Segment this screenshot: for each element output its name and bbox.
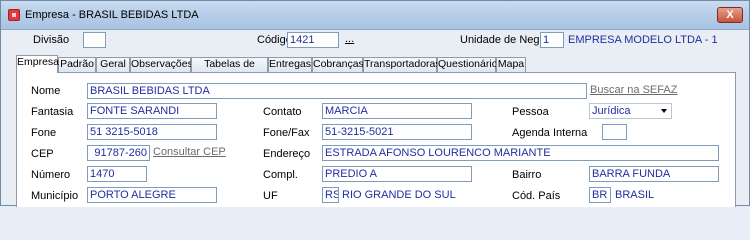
codpais-input[interactable]: BR — [589, 187, 611, 203]
endereco-label: Endereço — [263, 148, 311, 160]
numero-input[interactable]: 1470 — [87, 166, 147, 182]
tab-cobrancas[interactable]: Cobranças — [312, 57, 364, 72]
agenda-label: Agenda Interna — [512, 127, 588, 139]
codigo-input[interactable]: 1421 — [287, 32, 339, 48]
consultar-cep-link[interactable]: Consultar CEP — [153, 146, 226, 158]
divisao-input[interactable] — [83, 32, 106, 48]
agenda-input[interactable] — [602, 124, 627, 140]
pais-name: BRASIL — [615, 189, 655, 201]
tab-transportadoras[interactable]: Transportadoras — [363, 57, 441, 72]
compl-input[interactable]: PREDIO A — [322, 166, 472, 182]
tab-mapa[interactable]: Mapa — [496, 57, 526, 72]
unidade-input[interactable]: 1 — [540, 32, 564, 48]
pessoa-value: Jurídica — [592, 105, 631, 117]
bairro-label: Bairro — [512, 169, 542, 181]
buscar-sefaz-link[interactable]: Buscar na SEFAZ — [590, 84, 677, 96]
nome-label: Nome — [31, 85, 61, 97]
app-icon — [8, 9, 20, 21]
endereco-input[interactable]: ESTRADA AFONSO LOURENCO MARIANTE — [322, 145, 719, 161]
tab-questionario[interactable]: Questionário — [437, 57, 498, 72]
pessoa-select[interactable]: Jurídica — [589, 103, 672, 119]
municipio-label: Município — [31, 190, 79, 202]
fantasia-label: Fantasia — [31, 106, 74, 118]
unidade-name: EMPRESA MODELO LTDA - 1 — [568, 34, 718, 46]
close-button[interactable]: X — [717, 7, 743, 23]
municipio-input[interactable]: PORTO ALEGRE — [87, 187, 217, 203]
uf-input[interactable]: RS — [322, 187, 339, 203]
empresa-window: Empresa - BRASIL BEBIDAS LTDA X Divisão … — [0, 0, 750, 207]
tab-entregas[interactable]: Entregas — [268, 57, 312, 72]
contato-label: Contato — [263, 106, 302, 118]
empresa-panel: Nome BRASIL BEBIDAS LTDA Buscar na SEFAZ… — [16, 72, 736, 207]
numero-label: Número — [31, 169, 71, 181]
contato-input[interactable]: MARCIA — [322, 103, 472, 119]
tab-padrao[interactable]: Padrão — [58, 57, 96, 72]
pessoa-label: Pessoa — [512, 106, 549, 118]
tab-geral[interactable]: Geral — [96, 57, 130, 72]
bairro-input[interactable]: BARRA FUNDA — [589, 166, 719, 182]
tab-empresa[interactable]: Empresa — [16, 55, 59, 73]
tab-tabelas-de-preco[interactable]: Tabelas de Preço — [191, 57, 268, 83]
nome-input[interactable]: BRASIL BEBIDAS LTDA — [87, 83, 587, 99]
window-title: Empresa - BRASIL BEBIDAS LTDA — [25, 9, 199, 21]
uf-label: UF — [263, 190, 278, 202]
fone-input[interactable]: 51 3215-5018 — [87, 124, 217, 140]
cep-input[interactable]: 91787-260 — [87, 145, 150, 161]
tab-observacoes[interactable]: Observações — [130, 57, 193, 72]
fone-label: Fone — [31, 127, 57, 139]
chevron-down-icon — [661, 109, 667, 113]
title-bar[interactable]: Empresa - BRASIL BEBIDAS LTDA X — [1, 1, 749, 30]
divisao-label: Divisão — [33, 34, 70, 46]
fonefax-input[interactable]: 51-3215-5021 — [322, 124, 472, 140]
uf-name: RIO GRANDE DO SUL — [342, 189, 456, 201]
header-row: Divisão Código 1421 ... Unidade de Negóc… — [1, 30, 749, 53]
fantasia-input[interactable]: FONTE SARANDI — [87, 103, 217, 119]
cep-label: CEP — [31, 148, 54, 160]
codpais-label: Cód. País — [512, 190, 561, 202]
codigo-lookup-button[interactable]: ... — [345, 33, 354, 45]
fonefax-label: Fone/Fax — [263, 127, 310, 139]
compl-label: Compl. — [263, 169, 298, 181]
